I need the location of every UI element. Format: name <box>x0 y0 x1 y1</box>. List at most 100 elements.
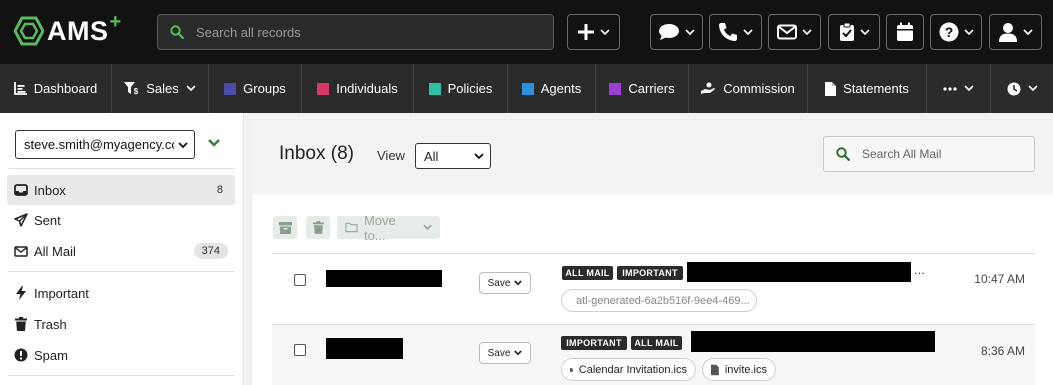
nav-sales[interactable]: $ Sales <box>112 64 209 113</box>
save-button[interactable]: Save <box>479 272 531 294</box>
sidebar-gutter <box>244 113 253 385</box>
view-select[interactable]: All <box>415 143 491 169</box>
file-icon <box>711 364 719 375</box>
folder-label: Trash <box>34 316 67 332</box>
folder-spam[interactable]: Spam <box>7 340 235 370</box>
divider <box>8 168 235 169</box>
chevron-down-icon <box>178 142 188 149</box>
tag-badge: IMPORTANT <box>561 336 627 350</box>
mail-search[interactable] <box>823 136 1035 172</box>
nav-dashboard[interactable]: Dashboard <box>0 64 112 113</box>
global-search[interactable] <box>157 14 554 50</box>
nav-groups[interactable]: Groups <box>209 64 302 113</box>
add-icon <box>578 24 594 40</box>
attachment-chip[interactable]: Calendar Invitation.ics <box>561 358 696 381</box>
individuals-color-square-icon <box>317 82 330 95</box>
account-select-value: steve.smith@myagency.co <box>24 137 174 152</box>
nav-statements[interactable]: Statements <box>808 64 927 113</box>
view-label: View <box>377 148 405 163</box>
subject-ellipsis: ... <box>914 262 925 277</box>
clipboard-check-icon <box>839 22 854 41</box>
tag-badge: ALL MAIL <box>631 336 682 350</box>
user-icon <box>999 23 1017 42</box>
save-button[interactable]: Save <box>479 342 531 364</box>
nav-commission[interactable]: Commission <box>689 64 808 113</box>
global-search-input[interactable] <box>196 24 536 40</box>
clock-icon <box>1007 82 1020 95</box>
nav-label: Agents <box>540 81 582 96</box>
chevron-down-icon <box>685 28 695 35</box>
mail-icon <box>777 24 797 40</box>
file-icon <box>570 367 573 372</box>
mail-button[interactable] <box>768 14 821 50</box>
attachment-name: Calendar Invitation.ics <box>578 363 687 376</box>
folder-important[interactable]: Important <box>7 278 235 308</box>
move-to-label: Move to... <box>363 212 396 243</box>
folder-sent[interactable]: Sent <box>7 205 235 235</box>
search-icon <box>836 147 850 161</box>
mail-row[interactable]: Save ALL MAIL IMPORTANT ... atl-generate… <box>272 254 1035 324</box>
folder-label: Important <box>34 285 89 301</box>
paper-plane-icon <box>14 213 28 227</box>
add-button[interactable] <box>567 14 620 50</box>
user-menu-button[interactable] <box>989 14 1042 50</box>
mail-time: 8:36 AM <box>980 344 1025 358</box>
alert-circle-icon <box>14 348 28 362</box>
chevron-down-icon <box>186 85 196 92</box>
more-dots-icon <box>943 86 957 91</box>
tasks-button[interactable] <box>828 14 880 50</box>
chevron-down-icon <box>743 28 753 35</box>
account-select[interactable]: steve.smith@myagency.co <box>15 130 195 159</box>
expand-chevron-icon[interactable] <box>207 137 221 149</box>
chevron-down-icon <box>859 28 870 35</box>
chevron-down-icon <box>600 28 610 35</box>
calendar-button[interactable] <box>886 14 924 50</box>
page-title: Inbox (8) <box>279 143 354 164</box>
nav-label: Statements <box>843 81 909 96</box>
chevron-down-icon <box>964 85 974 92</box>
filter-dollar-icon: $ <box>124 82 139 95</box>
redacted-subject <box>687 262 911 282</box>
nav-individuals[interactable]: Individuals <box>302 64 414 113</box>
mail-sidebar: steve.smith@myagency.co Inbox 8 Sent All… <box>0 113 244 385</box>
nav-more[interactable] <box>927 64 991 113</box>
attachment-chip[interactable]: invite.ics <box>702 358 776 381</box>
delete-button[interactable] <box>306 216 330 239</box>
chat-icon <box>659 24 679 40</box>
attachment-chip[interactable]: atl-generated-6a2b516f-9ee4-469... <box>561 289 757 312</box>
folder-all-mail[interactable]: All Mail 374 <box>7 236 235 266</box>
chevron-down-icon <box>423 224 432 231</box>
archive-button[interactable] <box>273 216 297 239</box>
svg-text:$: $ <box>134 87 139 95</box>
hexagon-logo-icon <box>14 16 44 46</box>
mail-search-input[interactable] <box>862 147 1022 161</box>
move-to-button[interactable]: Move to... <box>337 213 440 243</box>
mail-main: Inbox (8) View All Move to... <box>253 113 1053 385</box>
nav-policies[interactable]: Policies <box>414 64 508 113</box>
redacted-sender <box>326 270 442 287</box>
phone-button[interactable] <box>709 14 762 50</box>
tag-badge: IMPORTANT <box>617 266 683 280</box>
view-select-value: All <box>424 148 439 164</box>
phone-icon <box>719 23 737 41</box>
nav-agents[interactable]: Agents <box>508 64 596 113</box>
attachment-name: atl-generated-6a2b516f-9ee4-469... <box>576 294 750 307</box>
mail-time: 10:47 AM <box>974 272 1025 286</box>
row-checkbox[interactable] <box>294 274 306 286</box>
agents-color-square-icon <box>521 82 534 95</box>
folder-icon <box>345 222 358 233</box>
ams-logo[interactable]: AMS + <box>14 11 121 48</box>
envelope-icon <box>14 244 28 258</box>
row-checkbox[interactable] <box>294 344 306 356</box>
nav-carriers[interactable]: Carriers <box>596 64 689 113</box>
mail-row[interactable]: Save IMPORTANT ALL MAIL Calendar Invitat… <box>272 325 1035 385</box>
folder-label: Sent <box>34 212 61 228</box>
help-button[interactable]: ? <box>930 14 982 50</box>
inbox-icon <box>14 183 28 197</box>
nav-history[interactable] <box>991 64 1053 113</box>
chat-button[interactable] <box>650 14 703 50</box>
folder-inbox[interactable]: Inbox 8 <box>7 175 235 205</box>
main-nav: Dashboard $ Sales Groups Individuals Pol… <box>0 64 1053 113</box>
folder-label: Inbox <box>34 182 66 198</box>
folder-trash[interactable]: Trash <box>7 309 235 339</box>
